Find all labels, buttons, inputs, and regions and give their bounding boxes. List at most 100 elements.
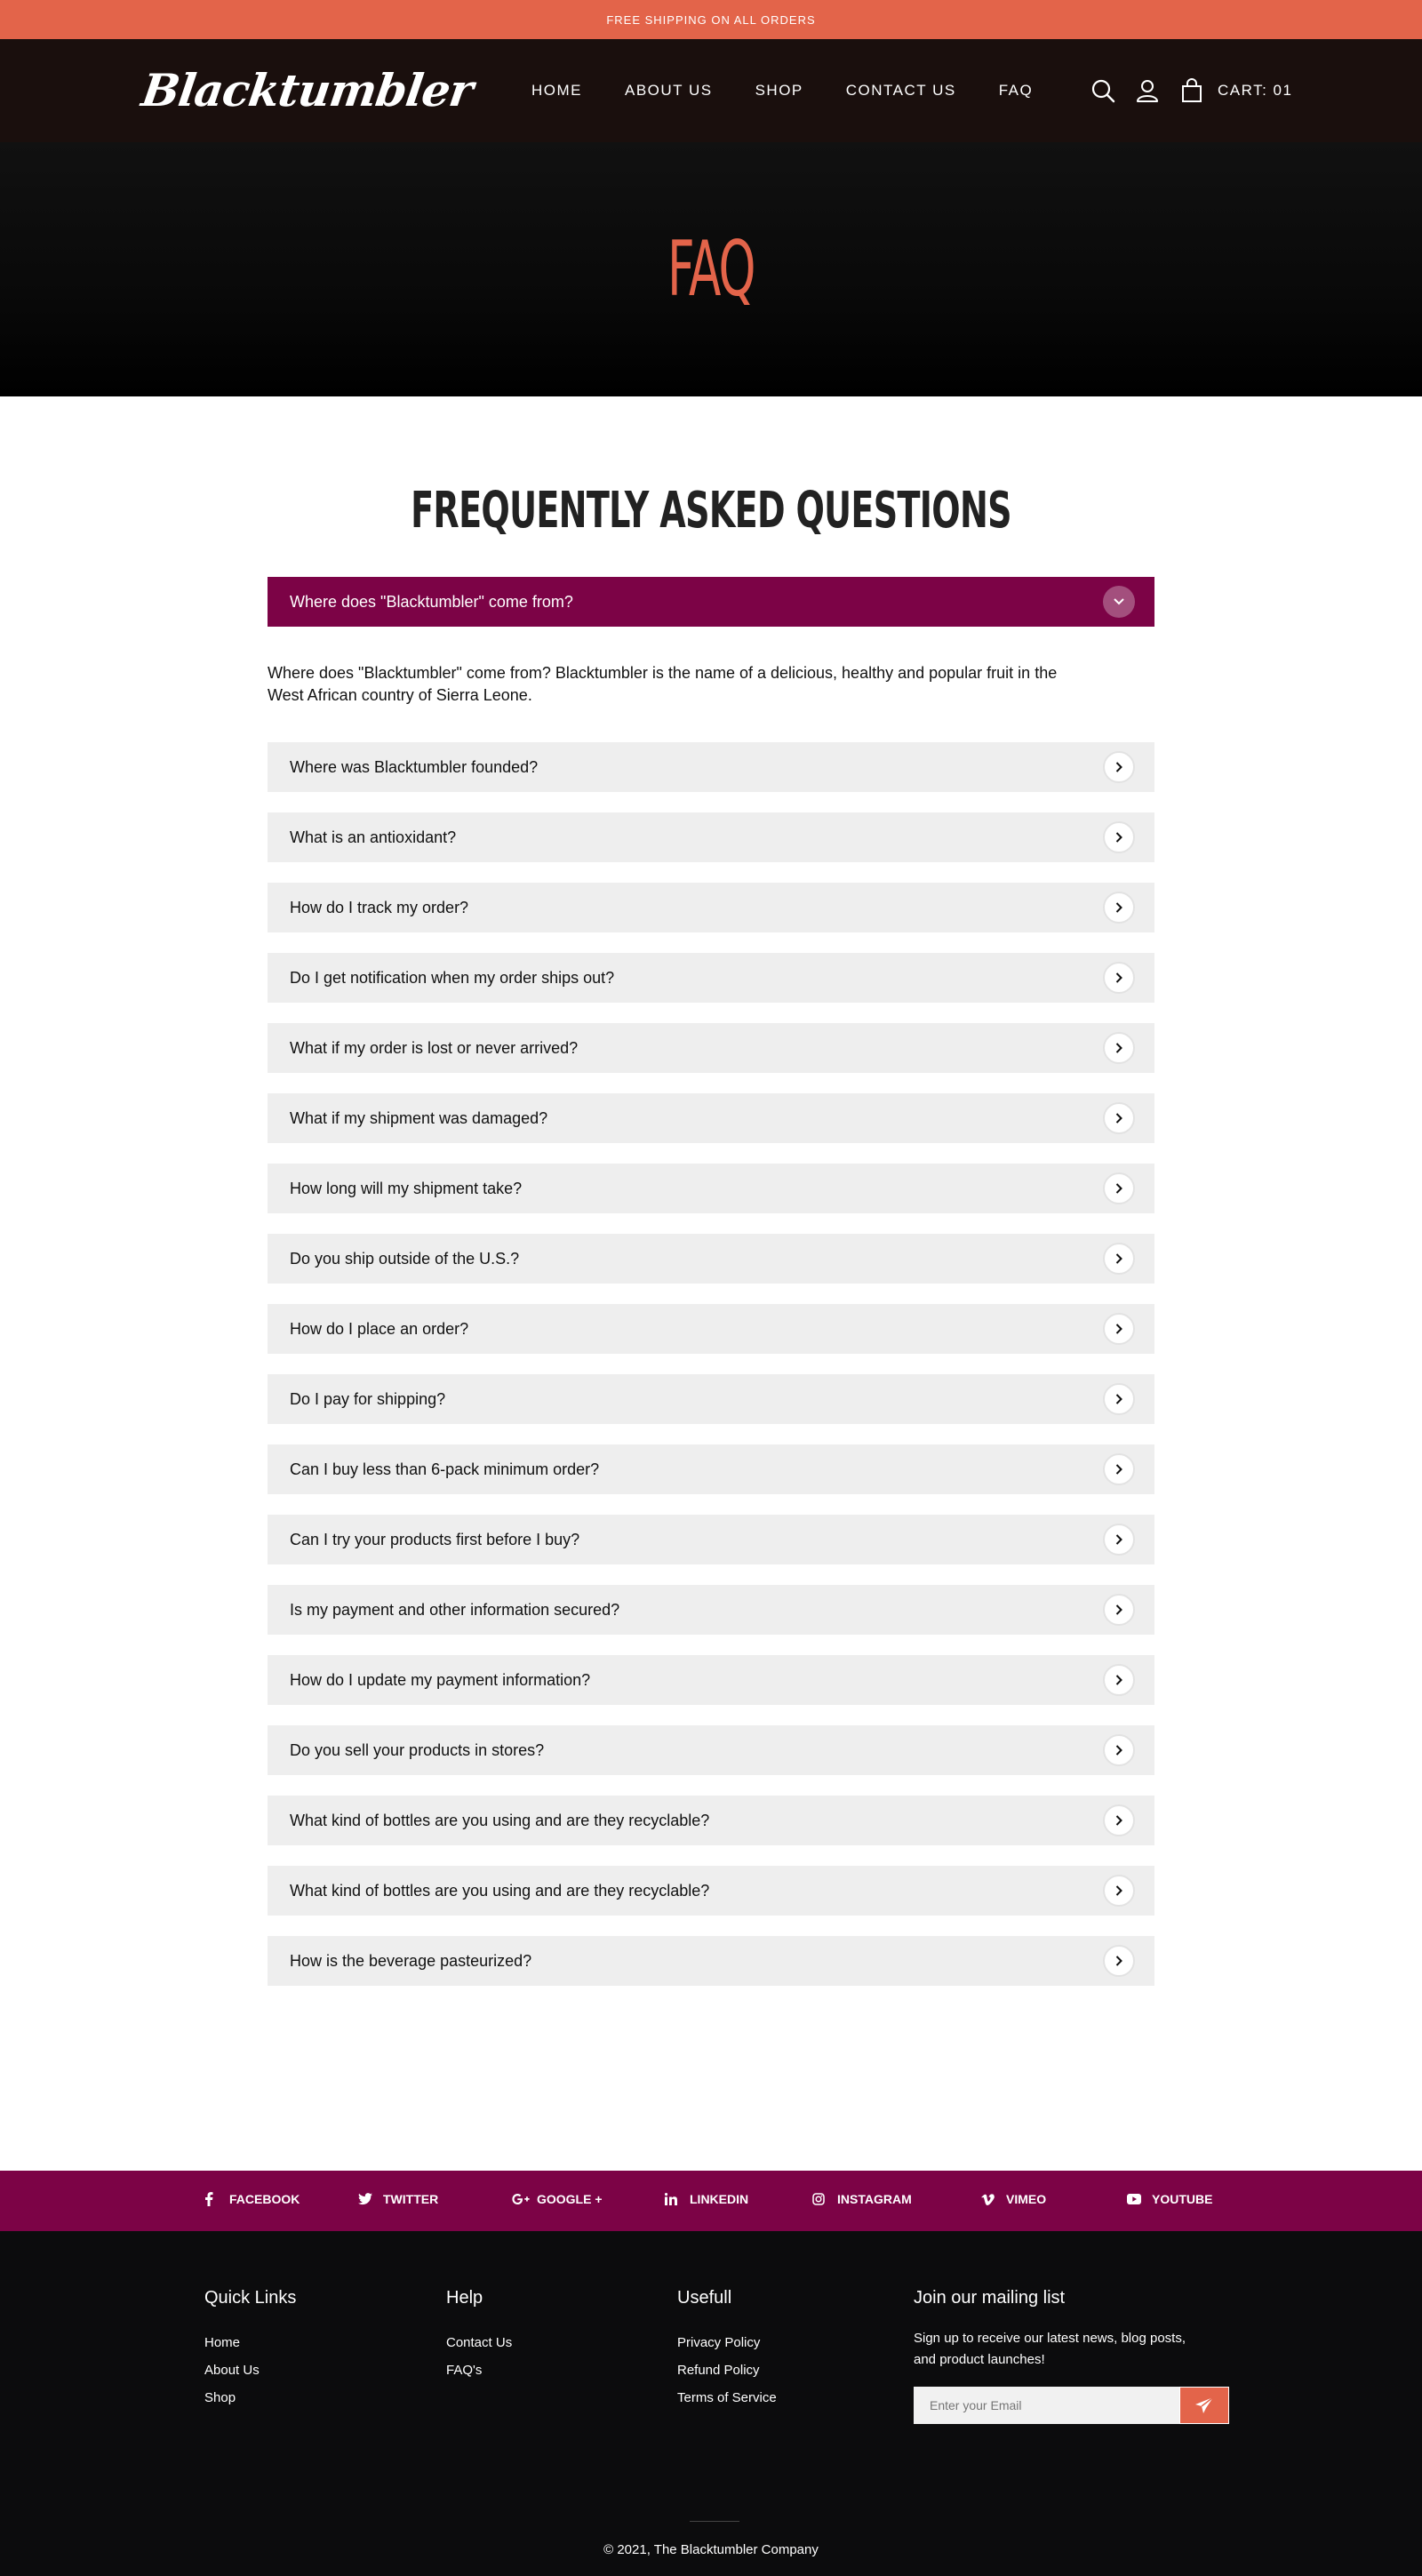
social-vimeo[interactable]: VIMEO	[981, 2192, 1046, 2206]
faq-item[interactable]: How is the beverage pasteurized?	[268, 1936, 1154, 1986]
faq-question: How is the beverage pasteurized?	[290, 1951, 532, 1970]
faq-item[interactable]: Can I buy less than 6-pack minimum order…	[268, 1444, 1154, 1494]
email-field[interactable]	[914, 2387, 1179, 2424]
faq-item[interactable]: Is my payment and other information secu…	[268, 1585, 1154, 1635]
faq-question: What if my shipment was damaged?	[290, 1108, 548, 1127]
footer-help: Help Contact Us FAQ's	[446, 2288, 512, 2390]
footer-usefull: Usefull Privacy Policy Refund Policy Ter…	[677, 2288, 777, 2418]
nav-shop[interactable]: SHOP	[755, 82, 803, 100]
social-linkedin[interactable]: LINKEDIN	[665, 2192, 748, 2206]
chevron-right-icon[interactable]	[1103, 1313, 1135, 1345]
faq-item[interactable]: Where was Blacktumbler founded?	[268, 742, 1154, 792]
chevron-right-icon[interactable]	[1103, 962, 1135, 994]
faq-item[interactable]: What if my shipment was damaged?	[268, 1093, 1154, 1143]
footer-mailing-list: Join our mailing list Sign up to receive…	[914, 2288, 1229, 2424]
main-nav: HOME ABOUT US SHOP CONTACT US FAQ	[531, 39, 1033, 142]
faq-question: Where was Blacktumbler founded?	[290, 757, 539, 776]
site-header: Blacktumbler HOME ABOUT US SHOP CONTACT …	[0, 39, 1422, 142]
faq-question: Do I get notification when my order ship…	[290, 968, 615, 987]
chevron-right-icon[interactable]	[1103, 1804, 1135, 1836]
faq-item[interactable]: Do you ship outside of the U.S.?	[268, 1234, 1154, 1284]
user-icon[interactable]	[1134, 77, 1161, 104]
chevron-right-icon[interactable]	[1103, 1383, 1135, 1415]
footer-link-home[interactable]: Home	[204, 2335, 296, 2350]
footer-divider	[690, 2521, 739, 2522]
chevron-right-icon[interactable]	[1103, 1664, 1135, 1696]
announcement-bar: FREE SHIPPING ON ALL ORDERS	[0, 0, 1422, 39]
faq-item[interactable]: How long will my shipment take?	[268, 1164, 1154, 1213]
vimeo-icon	[981, 2193, 1006, 2205]
linkedin-icon	[665, 2193, 690, 2205]
footer-link-terms-of-service[interactable]: Terms of Service	[677, 2390, 777, 2405]
header-actions: CART: 01	[1090, 39, 1292, 142]
chevron-right-icon[interactable]	[1103, 751, 1135, 783]
chevron-right-icon[interactable]	[1103, 1032, 1135, 1064]
chevron-right-icon[interactable]	[1103, 821, 1135, 853]
faq-item[interactable]: What if my order is lost or never arrive…	[268, 1023, 1154, 1073]
faq-answer-text: Where does "Blacktumbler" come from? Bla…	[268, 664, 1058, 704]
faq-item[interactable]: How do I update my payment information?	[268, 1655, 1154, 1705]
faq-question: What kind of bottles are you using and a…	[290, 1881, 710, 1900]
social-bar: FACEBOOK TWITTER GOOGLE + LINKEDIN INSTA…	[0, 2171, 1422, 2231]
subscribe-button[interactable]	[1179, 2387, 1229, 2424]
faq-item[interactable]: Do I get notification when my order ship…	[268, 953, 1154, 1003]
faq-question: How do I place an order?	[290, 1319, 469, 1338]
footer-link-faqs[interactable]: FAQ's	[446, 2363, 512, 2378]
chevron-right-icon[interactable]	[1103, 1524, 1135, 1556]
footer-heading: Usefull	[677, 2288, 732, 2308]
footer-quick-links: Quick Links Home About Us Shop	[204, 2288, 296, 2418]
chevron-right-icon[interactable]	[1103, 1102, 1135, 1134]
nav-faq[interactable]: FAQ	[999, 82, 1034, 100]
social-facebook[interactable]: FACEBOOK	[204, 2192, 300, 2206]
chevron-right-icon[interactable]	[1103, 892, 1135, 924]
social-youtube[interactable]: YOUTUBE	[1127, 2192, 1212, 2206]
site-logo[interactable]: Blacktumbler	[139, 64, 475, 116]
faq-question: How do I update my payment information?	[290, 1670, 591, 1689]
search-icon[interactable]	[1090, 77, 1116, 104]
bag-icon[interactable]	[1178, 77, 1205, 104]
nav-home[interactable]: HOME	[531, 82, 582, 100]
faq-question: What kind of bottles are you using and a…	[290, 1811, 710, 1829]
chevron-right-icon[interactable]	[1103, 1734, 1135, 1766]
chevron-right-icon[interactable]	[1103, 1875, 1135, 1907]
footer-link-contact-us[interactable]: Contact Us	[446, 2335, 512, 2350]
footer-link-refund-policy[interactable]: Refund Policy	[677, 2363, 777, 2378]
faq-item[interactable]: How do I track my order?	[268, 883, 1154, 932]
faq-question: Can I try your products first before I b…	[290, 1530, 580, 1548]
faq-question: How do I track my order?	[290, 898, 469, 916]
faq-item-open[interactable]: Where does "Blacktumbler" come from?	[268, 577, 1154, 627]
faq-item[interactable]: What is an antioxidant?	[268, 812, 1154, 862]
cart-link[interactable]: CART: 01	[1218, 82, 1292, 100]
copyright-text: © 2021, The Blacktumbler Company	[603, 2542, 819, 2557]
announcement-text: FREE SHIPPING ON ALL ORDERS	[606, 12, 816, 27]
nav-about-us[interactable]: ABOUT US	[625, 82, 713, 100]
faq-item[interactable]: Do I pay for shipping?	[268, 1374, 1154, 1424]
faq-item[interactable]: How do I place an order?	[268, 1304, 1154, 1354]
twitter-icon	[358, 2193, 383, 2205]
faq-item[interactable]: Do you sell your products in stores?	[268, 1725, 1154, 1775]
faq-heading: FREQUENTLY ASKED QUESTIONS	[411, 482, 1011, 540]
social-google-plus[interactable]: GOOGLE +	[512, 2192, 603, 2206]
faq-question: Is my payment and other information secu…	[290, 1600, 620, 1619]
faq-question: Where does "Blacktumbler" come from?	[290, 592, 573, 611]
faq-section: FREQUENTLY ASKED QUESTIONS Where does "B…	[268, 396, 1154, 1986]
newsletter-form	[914, 2387, 1229, 2424]
faq-question: Do I pay for shipping?	[290, 1389, 446, 1408]
chevron-right-icon[interactable]	[1103, 1453, 1135, 1485]
faq-item[interactable]: What kind of bottles are you using and a…	[268, 1866, 1154, 1916]
footer-link-about-us[interactable]: About Us	[204, 2363, 296, 2378]
chevron-down-icon[interactable]	[1103, 586, 1135, 618]
chevron-right-icon[interactable]	[1103, 1172, 1135, 1204]
faq-question: What if my order is lost or never arrive…	[290, 1038, 579, 1057]
chevron-right-icon[interactable]	[1103, 1243, 1135, 1275]
footer-link-shop[interactable]: Shop	[204, 2390, 296, 2405]
faq-item[interactable]: What kind of bottles are you using and a…	[268, 1796, 1154, 1845]
faq-item[interactable]: Can I try your products first before I b…	[268, 1515, 1154, 1564]
chevron-right-icon[interactable]	[1103, 1594, 1135, 1626]
social-twitter[interactable]: TWITTER	[358, 2192, 438, 2206]
chevron-right-icon[interactable]	[1103, 1945, 1135, 1977]
footer-link-privacy-policy[interactable]: Privacy Policy	[677, 2335, 777, 2350]
faq-question: Do you ship outside of the U.S.?	[290, 1249, 520, 1268]
social-instagram[interactable]: INSTAGRAM	[812, 2192, 912, 2206]
nav-contact-us[interactable]: CONTACT US	[846, 82, 956, 100]
